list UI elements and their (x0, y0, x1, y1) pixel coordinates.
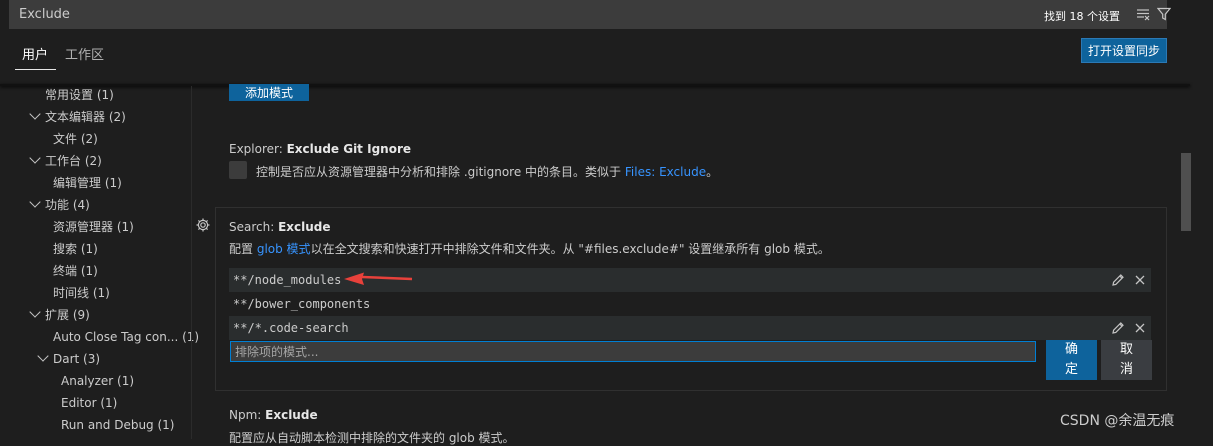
toc-item-label: 扩展 (9) (45, 308, 90, 322)
setting-category: Explorer: (229, 142, 287, 156)
setting-name: Exclude (265, 408, 318, 422)
toc-item-search[interactable]: 搜索 (1) (53, 239, 98, 259)
toc-item-timeline[interactable]: 时间线 (1) (53, 283, 110, 303)
setting-description: 配置应从自动脚本检测中排除的文件夹的 glob 模式。 (229, 431, 515, 445)
setting-category: Search: (229, 220, 279, 234)
cancel-button-label: 取消 (1119, 342, 1133, 377)
description-prefix: 配置 (229, 242, 257, 256)
toc-item-run-and-debug[interactable]: Run and Debug (1) (61, 415, 175, 435)
exclude-git-ignore-checkbox[interactable] (229, 161, 247, 179)
remove-icon[interactable] (1132, 320, 1148, 336)
add-pattern-button[interactable]: 添加模式 (229, 84, 309, 101)
annotation-arrow-icon (344, 272, 413, 285)
header-separator (0, 84, 1190, 86)
tab-workspace[interactable]: 工作区 (65, 44, 104, 63)
edit-icon[interactable] (1110, 272, 1126, 288)
description-end: 。 (706, 165, 719, 179)
scrollbar-thumb[interactable] (1181, 153, 1191, 231)
ok-button[interactable]: 确定 (1046, 340, 1097, 380)
toc-item-explorer[interactable]: 资源管理器 (1) (53, 217, 134, 237)
exclude-list-item[interactable]: **/bower_components (229, 292, 1151, 316)
exclude-pattern-input[interactable] (230, 341, 1036, 362)
setting-description: 控制是否应从资源管理器中分析和排除 .gitignore 中的条目。类似于 Fi… (256, 163, 718, 180)
toc-item-label: 工作台 (2) (45, 154, 102, 168)
result-count: 找到 18 个设置 (1044, 10, 1120, 23)
toc-item-terminal[interactable]: 终端 (1) (53, 261, 98, 281)
toc-item-analyzer[interactable]: Analyzer (1) (61, 371, 134, 391)
chevron-down-icon[interactable] (29, 196, 41, 208)
toc-item-editor-management[interactable]: 编辑管理 (1) (53, 173, 122, 193)
gear-icon[interactable] (195, 217, 211, 233)
watermark: CSDN @余温无痕 (1060, 413, 1175, 429)
setting-category: Npm: (229, 408, 266, 422)
chevron-down-icon[interactable] (37, 350, 49, 362)
setting-name: Exclude Git Ignore (286, 142, 411, 156)
toc-item-label: 资源管理器 (1) (53, 220, 134, 234)
toc-separator (191, 86, 192, 439)
toc-item-label: 终端 (1) (53, 264, 98, 278)
tab-user[interactable]: 用户 (22, 44, 48, 63)
toc-item-label: 搜索 (1) (53, 242, 98, 256)
setting-title-npm-exclude: Npm: Exclude (229, 408, 318, 422)
toc-item-label: Editor (1) (61, 396, 118, 410)
settings-search-bar: 找到 18 个设置 (9, 0, 1172, 29)
toc-item-label: 文件 (2) (53, 132, 98, 146)
exclude-pattern-text: **/*.code-search (233, 321, 349, 335)
description-text: 控制是否应从资源管理器中分析和排除 .gitignore 中的条目。类似于 (256, 165, 625, 179)
setting-description: 配置 glob 模式以在全文搜索和快速打开中排除文件和文件夹。从 "#files… (229, 240, 830, 257)
toc-item-common[interactable]: 常用设置 (1) (45, 85, 114, 105)
toc-item-label: 常用设置 (1) (45, 88, 114, 102)
toc-item-label: 编辑管理 (1) (53, 176, 122, 190)
setting-name: Exclude (278, 220, 331, 234)
toc-item-label: Run and Debug (1) (61, 418, 175, 432)
exclude-pattern-text: **/bower_components (233, 297, 371, 311)
settings-search-input[interactable] (19, 5, 919, 24)
toc-item-label: Auto Close Tag con... (1) (53, 330, 200, 344)
turn-on-settings-sync-button[interactable]: 打开设置同步 (1081, 38, 1167, 63)
edit-icon[interactable] (1110, 320, 1126, 336)
toc-item-label: Analyzer (1) (61, 374, 135, 388)
toc-item-dart[interactable]: Dart (3) (53, 349, 100, 369)
toc-item-label: Dart (3) (53, 352, 101, 366)
exclude-pattern-text: **/node_modules (233, 273, 342, 287)
clear-filter-icon[interactable] (1136, 7, 1150, 21)
setting-title-explorer-exclude-git-ignore: Explorer: Exclude Git Ignore (229, 142, 411, 156)
chevron-down-icon[interactable] (29, 152, 41, 164)
toc-item-text-editor[interactable]: 文本编辑器 (2) (45, 107, 126, 127)
setting-title-search-exclude: Search: Exclude (229, 220, 331, 234)
toc-item-features[interactable]: 功能 (4) (45, 195, 90, 215)
ok-button-label: 确定 (1064, 342, 1078, 377)
toc-item-label: 文本编辑器 (2) (45, 110, 126, 124)
remove-icon[interactable] (1132, 272, 1148, 288)
chevron-down-icon[interactable] (29, 108, 41, 120)
glob-pattern-link[interactable]: glob 模式 (257, 242, 311, 256)
toc-item-auto-close-tag[interactable]: Auto Close Tag con... (1) (53, 327, 199, 347)
active-tab-indicator (15, 69, 56, 70)
toc-item-extensions[interactable]: 扩展 (9) (45, 305, 90, 325)
toc-item-workbench[interactable]: 工作台 (2) (45, 151, 102, 171)
filter-icon[interactable] (1156, 7, 1172, 21)
toc-item-files[interactable]: 文件 (2) (53, 129, 98, 149)
toc-item-label: 时间线 (1) (53, 286, 110, 300)
cancel-button[interactable]: 取消 (1101, 340, 1152, 380)
toc-item-label: 功能 (4) (45, 198, 90, 212)
chevron-down-icon[interactable] (29, 306, 41, 318)
toc-item-editor[interactable]: Editor (1) (61, 393, 117, 413)
exclude-list-item[interactable]: **/*.code-search (229, 316, 1151, 340)
description-suffix: 以在全文搜索和快速打开中排除文件和文件夹。从 "#files.exclude#"… (310, 242, 830, 256)
files-exclude-link[interactable]: Files: Exclude (625, 165, 706, 179)
